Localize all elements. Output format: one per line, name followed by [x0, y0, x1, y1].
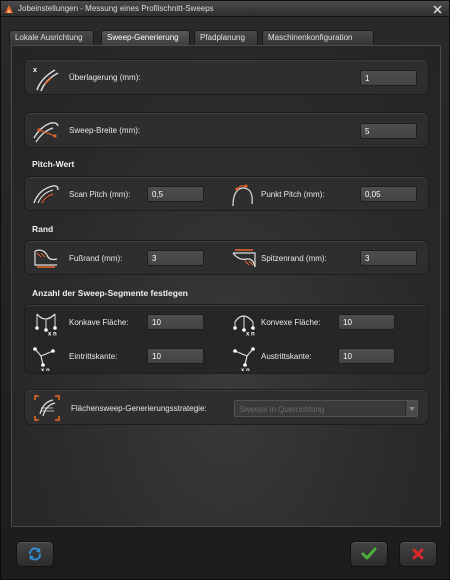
overlap-input[interactable]: 1	[360, 70, 417, 86]
exit-edge-icon: x n	[233, 347, 255, 371]
tab-sweep-generierung[interactable]: Sweep-Generierung	[101, 30, 190, 46]
strategy-select[interactable]: Sweeps in Querrichtung	[234, 400, 418, 417]
tip-margin-icon	[232, 249, 256, 268]
entry-edge-label: Eintrittskante:	[69, 352, 118, 361]
title-bar: Jobeinstellungen - Messung eines Profils…	[1, 1, 449, 17]
ok-button[interactable]	[350, 541, 388, 567]
refresh-button[interactable]	[16, 541, 54, 567]
close-button[interactable]	[431, 3, 443, 15]
checkmark-icon	[361, 547, 377, 560]
point-pitch-label: Punkt Pitch (mm):	[261, 190, 325, 199]
svg-text:x n: x n	[241, 368, 250, 371]
sweep-width-label: Sweep-Breite (mm):	[69, 126, 141, 135]
overlap-group: x Überlagerung (mm): 1	[24, 59, 429, 95]
scan-pitch-input[interactable]: 0,5	[147, 186, 204, 202]
scan-pitch-label: Scan Pitch (mm):	[69, 190, 131, 199]
cancel-button[interactable]	[399, 541, 437, 567]
close-icon	[432, 4, 442, 14]
svg-text:x n: x n	[246, 332, 255, 337]
sweep-width-input[interactable]: 5	[360, 123, 417, 139]
overlap-label: Überlagerung (mm):	[69, 73, 141, 82]
tab-lokale-ausrichtung[interactable]: Lokale Ausrichtung	[9, 30, 94, 45]
tab-pfadplanung[interactable]: Pfadplanung	[194, 30, 258, 45]
dialog-window: Jobeinstellungen - Messung eines Profils…	[0, 0, 450, 580]
segments-group: x n Konkave Fläche: 10 x n Konvexe Fläch…	[24, 304, 429, 374]
exit-edge-label: Austrittskante:	[261, 352, 312, 361]
cancel-x-icon	[412, 548, 424, 560]
strategy-group: Flächensweep-Generierungsstrategie: Swee…	[24, 389, 429, 425]
concave-surface-label: Konkave Fläche:	[69, 318, 129, 327]
convex-surface-input[interactable]: 10	[338, 314, 395, 330]
svg-text:x n: x n	[48, 332, 57, 337]
svg-text:x: x	[33, 67, 37, 74]
foot-margin-input[interactable]: 3	[147, 250, 204, 266]
entry-edge-icon: x n	[33, 347, 55, 371]
concave-surface-input[interactable]: 10	[147, 314, 204, 330]
point-pitch-input[interactable]: 0,05	[360, 186, 417, 202]
exit-edge-input[interactable]: 10	[338, 348, 395, 364]
app-icon	[5, 5, 13, 13]
foot-margin-icon	[34, 249, 58, 268]
strategy-selected-value: Sweeps in Querrichtung	[239, 405, 325, 414]
entry-edge-input[interactable]: 10	[147, 348, 204, 364]
overlap-icon: x	[33, 67, 59, 92]
window-title: Jobeinstellungen - Messung eines Profils…	[18, 4, 214, 13]
strategy-dropdown-button[interactable]	[405, 401, 417, 416]
pitch-section-title: Pitch-Wert	[32, 159, 75, 169]
tip-margin-input[interactable]: 3	[360, 250, 417, 266]
point-pitch-icon	[232, 184, 253, 207]
foot-margin-label: Fußrand (mm):	[69, 254, 123, 263]
concave-surface-icon: x n	[35, 313, 57, 337]
tab-maschinenkonfiguration[interactable]: Maschinenkonfiguration	[262, 30, 374, 45]
refresh-icon	[29, 547, 41, 561]
svg-text:x n: x n	[41, 368, 50, 371]
segments-section-title: Anzahl der Sweep-Segmente festlegen	[32, 288, 188, 298]
tip-margin-label: Spitzenrand (mm):	[261, 254, 327, 263]
chevron-down-icon	[408, 406, 415, 411]
pitch-group: Scan Pitch (mm): 0,5 Punkt Pitch (mm): 0…	[24, 176, 429, 211]
convex-surface-icon: x n	[233, 315, 255, 337]
convex-surface-label: Konvexe Fläche:	[261, 318, 321, 327]
margin-section-title: Rand	[32, 224, 54, 234]
sweep-width-group: Sweep-Breite (mm): 5	[24, 112, 429, 148]
strategy-label: Flächensweep-Generierungsstrategie:	[71, 404, 207, 413]
margin-group: Fußrand (mm): 3 Spitzenrand (mm): 3	[24, 240, 429, 275]
sweep-generation-panel: x Überlagerung (mm): 1 Sweep-Breite (mm)…	[11, 45, 441, 527]
surface-sweep-strategy-icon	[34, 395, 60, 421]
sweep-width-icon	[33, 122, 59, 143]
scan-pitch-icon	[33, 185, 59, 204]
